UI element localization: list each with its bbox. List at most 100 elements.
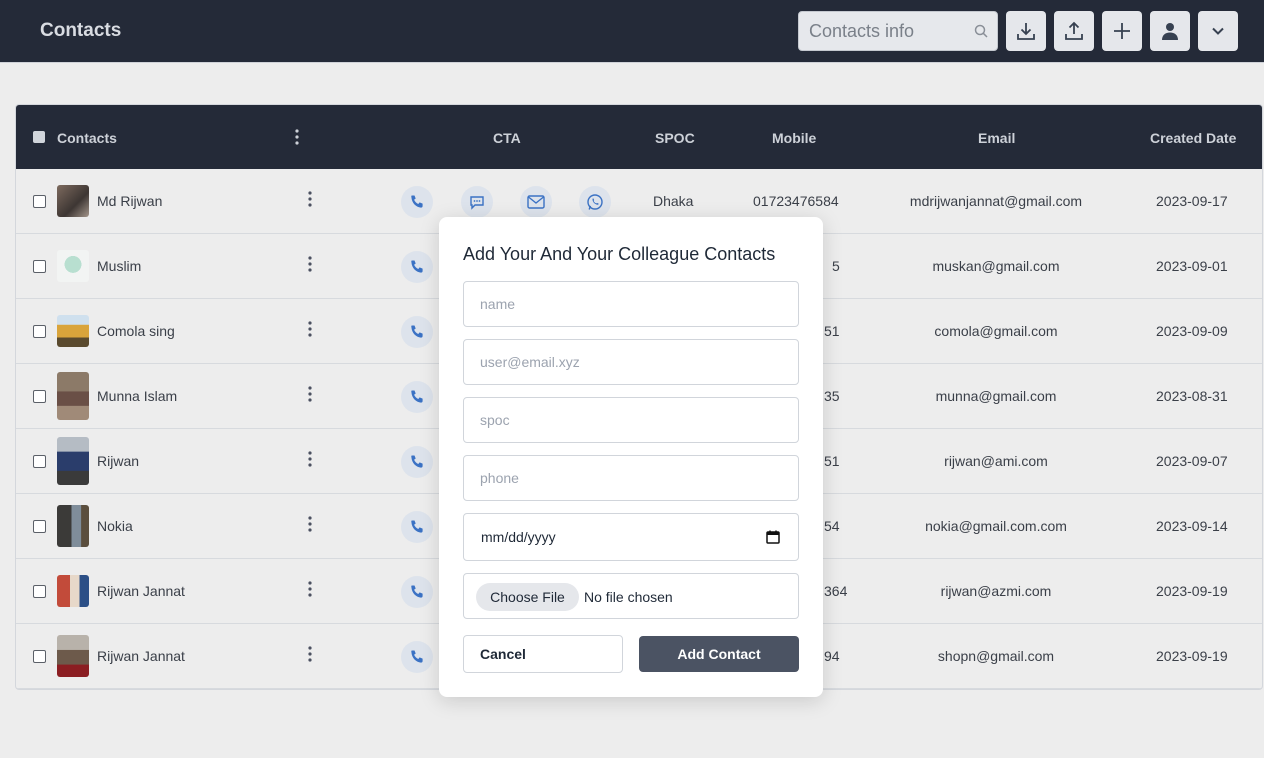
menu-dropdown-button[interactable] [1198, 11, 1238, 51]
name-input[interactable] [464, 282, 798, 326]
call-button[interactable] [401, 641, 433, 673]
call-button[interactable] [401, 511, 433, 543]
upload-button[interactable] [1054, 11, 1094, 51]
modal-title: Add Your And Your Colleague Contacts [463, 244, 776, 264]
photo-file-field: Choose File No file chosen [463, 573, 799, 619]
column-contacts: Contacts [57, 130, 117, 146]
created-date-value: 2023-09-14 [1156, 518, 1228, 534]
call-button[interactable] [401, 381, 433, 413]
row-checkbox[interactable] [33, 195, 46, 208]
email-value: muskan@gmail.com [932, 258, 1060, 274]
row-checkbox[interactable] [33, 455, 46, 468]
phone-field[interactable] [463, 455, 799, 501]
call-button[interactable] [401, 446, 433, 478]
name-field[interactable] [463, 281, 799, 327]
phone-icon [411, 520, 423, 533]
contact-name[interactable]: Md Rijwan [97, 193, 162, 209]
contact-name[interactable]: Rijwan Jannat [97, 583, 185, 599]
call-button[interactable] [401, 186, 433, 218]
mobile-value: 01723476584 [753, 193, 839, 209]
add-contact-button[interactable]: Add Contact [639, 636, 799, 672]
whatsapp-button[interactable] [579, 186, 611, 218]
contact-name[interactable]: Rijwan [97, 453, 139, 469]
row-checkbox[interactable] [33, 325, 46, 338]
contact-name[interactable]: Muslim [97, 258, 141, 274]
email-value: rijwan@azmi.com [940, 583, 1052, 599]
search-input[interactable] [799, 12, 969, 50]
row-options-icon[interactable] [308, 646, 312, 662]
cancel-button[interactable]: Cancel [463, 635, 623, 673]
phone-icon [411, 260, 423, 273]
contact-name[interactable]: Nokia [97, 518, 133, 534]
row-options-icon[interactable] [308, 581, 312, 597]
row-options-icon[interactable] [308, 516, 312, 532]
upload-icon [1065, 21, 1083, 40]
row-options-icon[interactable] [308, 321, 312, 337]
email-value: shopn@gmail.com [937, 648, 1055, 664]
row-checkbox[interactable] [33, 260, 46, 273]
email-button[interactable] [520, 186, 552, 218]
mobile-value: 94 [824, 648, 840, 664]
email-value: munna@gmail.com [935, 388, 1057, 404]
row-options-icon[interactable] [308, 451, 312, 467]
mobile-value: 35 [824, 388, 840, 404]
choose-file-button[interactable]: Choose File [476, 583, 579, 611]
spoc-field[interactable] [463, 397, 799, 443]
avatar [57, 575, 89, 607]
mobile-value: 5 [832, 258, 840, 274]
call-button[interactable] [401, 251, 433, 283]
mobile-value: 364 [824, 583, 848, 599]
add-button[interactable] [1102, 11, 1142, 51]
date-input-value[interactable]: mm/dd/yyyy [481, 529, 556, 545]
search-box[interactable] [798, 11, 998, 51]
email-value: comola@gmail.com [934, 323, 1058, 339]
message-button[interactable] [461, 186, 493, 218]
contact-name[interactable]: Rijwan Jannat [97, 648, 185, 664]
created-date-value: 2023-09-19 [1156, 648, 1228, 664]
top-bar: Contacts [0, 0, 1264, 63]
plus-icon [1114, 23, 1130, 39]
phone-icon [411, 455, 423, 468]
row-options-icon[interactable] [308, 386, 312, 402]
email-input[interactable] [464, 340, 798, 384]
spoc-value: Dhaka [653, 193, 694, 209]
avatar [57, 250, 89, 282]
email-field[interactable] [463, 339, 799, 385]
file-status-text: No file chosen [584, 589, 673, 605]
search-icon [974, 24, 988, 38]
row-checkbox[interactable] [33, 390, 46, 403]
contact-name[interactable]: Comola sing [97, 323, 175, 339]
call-button[interactable] [401, 576, 433, 608]
column-options-icon[interactable] [295, 129, 299, 145]
contact-name[interactable]: Munna Islam [97, 388, 177, 404]
row-checkbox[interactable] [33, 650, 46, 663]
table-header: Contacts CTA SPOC Mobile Email Created D… [16, 105, 1262, 169]
calendar-icon[interactable] [766, 530, 780, 544]
phone-icon [411, 390, 423, 403]
profile-button[interactable] [1150, 11, 1190, 51]
row-options-icon[interactable] [308, 191, 312, 207]
phone-input[interactable] [464, 456, 798, 500]
mobile-value: 51 [824, 323, 840, 339]
created-date-value: 2023-09-01 [1156, 258, 1228, 274]
spoc-input[interactable] [464, 398, 798, 442]
call-button[interactable] [401, 316, 433, 348]
download-icon [1017, 23, 1035, 40]
mail-icon [527, 195, 545, 209]
row-options-icon[interactable] [308, 256, 312, 272]
select-all-checkbox[interactable] [33, 131, 45, 143]
created-date-value: 2023-08-31 [1156, 388, 1228, 404]
chat-icon [470, 196, 484, 210]
chevron-down-icon [1212, 27, 1224, 35]
avatar [57, 437, 89, 485]
column-created-date: Created Date [1150, 130, 1237, 146]
column-email: Email [978, 130, 1016, 146]
download-button[interactable] [1006, 11, 1046, 51]
row-checkbox[interactable] [33, 520, 46, 533]
row-checkbox[interactable] [33, 585, 46, 598]
avatar [57, 372, 89, 420]
date-field[interactable]: mm/dd/yyyy [463, 513, 799, 561]
created-date-value: 2023-09-17 [1156, 193, 1228, 209]
page-title: Contacts [40, 20, 122, 41]
phone-icon [411, 585, 423, 598]
